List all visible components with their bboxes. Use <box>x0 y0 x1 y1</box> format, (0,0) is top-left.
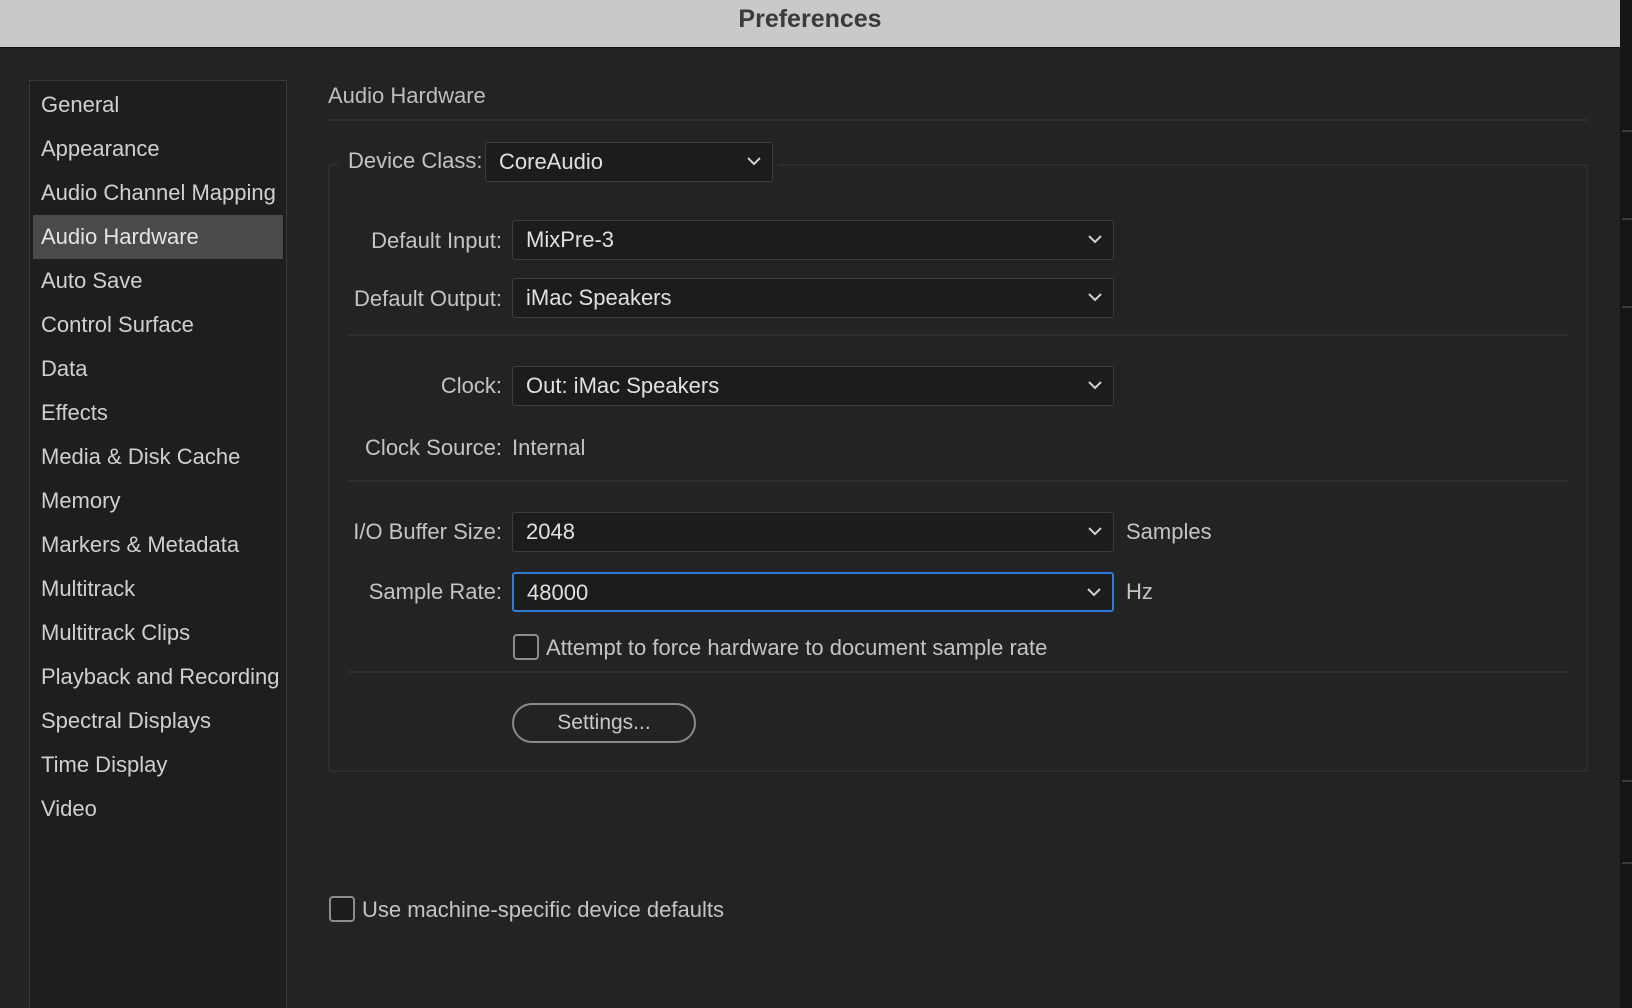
force-sample-rate-label: Attempt to force hardware to document sa… <box>546 635 1048 660</box>
io-buffer-size-unit: Samples <box>1126 519 1212 544</box>
sample-rate-value: 48000 <box>527 580 589 605</box>
section-title: Audio Hardware <box>328 83 486 108</box>
clock-source-label: Clock Source: <box>365 435 502 460</box>
sidebar-item-video[interactable]: Video <box>33 787 283 831</box>
window-title: Preferences <box>738 5 882 33</box>
preferences-sidebar: General Appearance Audio Channel Mapping… <box>29 80 287 1008</box>
sidebar-item-audio-hardware[interactable]: Audio Hardware <box>33 215 283 259</box>
clock-label: Clock: <box>440 373 502 398</box>
default-output-label: Default Output: <box>354 286 502 311</box>
machine-defaults-checkbox[interactable] <box>329 896 355 922</box>
default-output-value: iMac Speakers <box>526 285 672 310</box>
settings-button[interactable]: Settings... <box>512 703 696 743</box>
sidebar-item-effects[interactable]: Effects <box>33 391 283 435</box>
sidebar-item-auto-save[interactable]: Auto Save <box>33 259 283 303</box>
default-input-value: MixPre-3 <box>526 227 615 252</box>
divider <box>348 480 1568 482</box>
chevron-down-icon <box>1087 588 1101 597</box>
clock-value: Out: iMac Speakers <box>526 373 720 398</box>
sidebar-item-appearance[interactable]: Appearance <box>33 127 283 171</box>
section-divider <box>328 119 1588 121</box>
clock-source-value: Internal <box>512 435 586 460</box>
io-buffer-size-label: I/O Buffer Size: <box>353 519 502 544</box>
sidebar-item-control-surface[interactable]: Control Surface <box>33 303 283 347</box>
chevron-down-icon <box>1088 235 1102 244</box>
sidebar-item-spectral-displays[interactable]: Spectral Displays <box>33 699 283 743</box>
sidebar-item-multitrack[interactable]: Multitrack <box>33 567 283 611</box>
edge-mark <box>1622 130 1632 132</box>
chevron-down-icon <box>1088 293 1102 302</box>
device-class-dropdown[interactable]: CoreAudio <box>485 142 773 182</box>
sample-rate-label: Sample Rate: <box>368 579 502 604</box>
io-buffer-size-dropdown[interactable]: 2048 <box>512 512 1114 552</box>
sample-rate-unit: Hz <box>1126 579 1153 604</box>
default-input-label: Default Input: <box>371 228 502 253</box>
divider <box>348 334 1568 336</box>
clock-dropdown[interactable]: Out: iMac Speakers <box>512 366 1114 406</box>
io-buffer-size-value: 2048 <box>526 519 575 544</box>
device-class-label: Device Class: <box>348 148 483 173</box>
sidebar-item-multitrack-clips[interactable]: Multitrack Clips <box>33 611 283 655</box>
sidebar-item-general[interactable]: General <box>33 83 283 127</box>
chevron-down-icon <box>747 157 761 166</box>
default-output-dropdown[interactable]: iMac Speakers <box>512 278 1114 318</box>
default-input-dropdown[interactable]: MixPre-3 <box>512 220 1114 260</box>
chevron-down-icon <box>1088 381 1102 390</box>
sidebar-item-media-disk-cache[interactable]: Media & Disk Cache <box>33 435 283 479</box>
title-bar[interactable]: Preferences <box>0 0 1620 48</box>
edge-mark <box>1622 306 1632 308</box>
machine-defaults-label: Use machine-specific device defaults <box>362 897 724 922</box>
divider <box>348 671 1568 673</box>
force-sample-rate-checkbox[interactable] <box>513 634 539 660</box>
device-class-value: CoreAudio <box>499 149 603 174</box>
sidebar-item-playback-recording[interactable]: Playback and Recording <box>33 655 283 699</box>
sidebar-item-time-display[interactable]: Time Display <box>33 743 283 787</box>
sidebar-item-markers-metadata[interactable]: Markers & Metadata <box>33 523 283 567</box>
chevron-down-icon <box>1088 527 1102 536</box>
preferences-window: Preferences General Appearance Audio Cha… <box>0 0 1620 1008</box>
sidebar-item-audio-channel-mapping[interactable]: Audio Channel Mapping <box>33 171 283 215</box>
background-window-edge <box>1620 0 1632 1008</box>
edge-mark <box>1622 780 1632 782</box>
sidebar-item-data[interactable]: Data <box>33 347 283 391</box>
edge-mark <box>1622 218 1632 220</box>
sidebar-item-memory[interactable]: Memory <box>33 479 283 523</box>
sample-rate-dropdown[interactable]: 48000 <box>512 572 1114 612</box>
edge-mark <box>1622 862 1632 864</box>
